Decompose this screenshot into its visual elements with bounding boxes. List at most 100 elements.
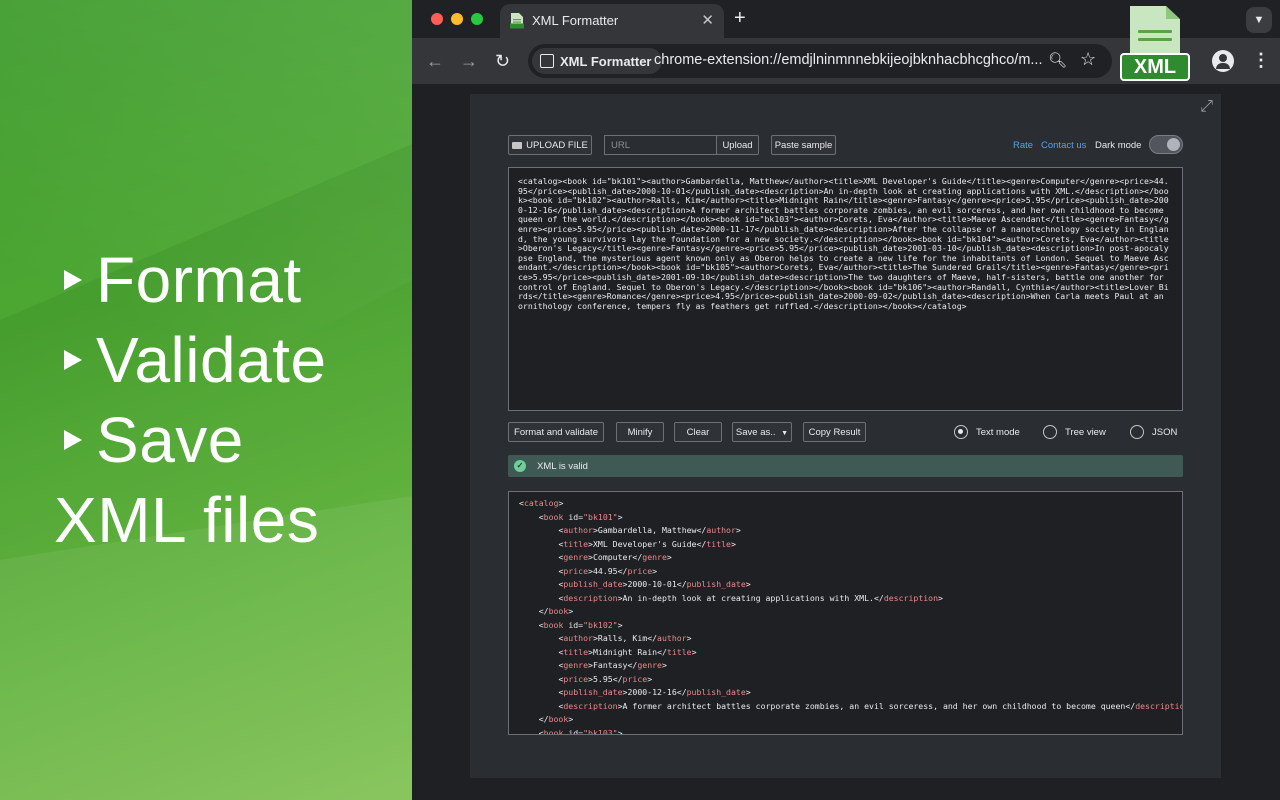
xml-tag-name: author — [563, 525, 593, 535]
xml-output-line: <title>XML Developer's Guide</title> — [519, 538, 1182, 552]
radio-label: JSON — [1152, 427, 1177, 438]
xml-tag-name: description — [1135, 701, 1183, 711]
promo-text: Validate — [96, 328, 327, 392]
radio-label: Text mode — [976, 427, 1020, 438]
xml-text: Computer — [593, 552, 632, 562]
xml-input-textarea[interactable]: <catalog><book id="bk101"><author>Gambar… — [508, 167, 1183, 411]
formatted-output[interactable]: <catalog> <book id="bk101"> <author>Gamb… — [508, 491, 1183, 735]
clear-button[interactable]: Clear — [674, 422, 722, 442]
bookmark-star-icon[interactable]: ☆ — [1080, 49, 1096, 70]
zoom-window-button[interactable] — [471, 13, 483, 25]
folder-upload-icon — [512, 142, 522, 149]
xml-tag-name: book — [544, 620, 564, 630]
xml-output-line: <author>Ralls, Kim</author> — [519, 632, 1182, 646]
xml-tag-name: title — [667, 647, 692, 657]
xml-tag-name: description — [884, 593, 938, 603]
save-as-dropdown[interactable]: Save as.. ▼ — [732, 422, 792, 442]
close-tab-icon[interactable]: ✕ — [701, 11, 714, 29]
dark-mode-toggle[interactable] — [1149, 135, 1183, 154]
paste-sample-button[interactable]: Paste sample — [771, 135, 836, 155]
xml-text: 2000-12-16 — [627, 687, 676, 697]
profile-avatar-icon[interactable] — [1212, 50, 1234, 72]
promo-text: Format — [96, 248, 302, 312]
contact-us-link[interactable]: Contact us — [1041, 140, 1086, 151]
xml-output-line: <description>An in-depth look at creatin… — [519, 592, 1182, 606]
xml-output-line: <price>44.95</price> — [519, 565, 1182, 579]
validation-status-bar: ✓ XML is valid — [508, 455, 1183, 477]
xml-output-line: <book id="bk102"> — [519, 619, 1182, 633]
xml-output-line: <publish_date>2000-12-16</publish_date> — [519, 686, 1182, 700]
xml-tag-name: description — [563, 593, 617, 603]
xml-attr-value: "bk103" — [583, 728, 618, 736]
back-arrow-icon[interactable]: ← — [426, 51, 444, 72]
avatar-torso — [1216, 63, 1230, 69]
promo-line-xml-files: XML files — [54, 488, 319, 552]
browser-window: XML Formatter ✕ + ▼ ← → ↻ XML Formatter … — [412, 0, 1280, 800]
xml-tag-name: book — [549, 714, 569, 724]
upload-file-button[interactable]: UPLOAD FILE — [508, 135, 592, 155]
tab-title: XML Formatter — [532, 13, 618, 28]
close-window-button[interactable] — [431, 13, 443, 25]
radio-label: Tree view — [1065, 427, 1106, 438]
xml-text: A former architect battles corporate zom… — [623, 701, 1126, 711]
document-line — [1138, 30, 1172, 33]
xml-tag-name: genre — [563, 552, 588, 562]
upload-button[interactable]: Upload — [716, 135, 759, 155]
xml-attr-name: id — [568, 728, 578, 736]
radio-circle — [954, 425, 968, 439]
xml-output-line: <catalog> — [519, 497, 1182, 511]
new-tab-icon[interactable]: + — [734, 7, 746, 30]
radio-tree-view[interactable]: Tree view — [1043, 425, 1106, 439]
xml-tag-name: price — [627, 566, 652, 576]
address-bar[interactable]: XML Formatter chrome-extension://emdjlni… — [528, 44, 1112, 78]
xml-tag-name: price — [623, 674, 648, 684]
radio-text-mode[interactable]: Text mode — [954, 425, 1020, 439]
zoom-icon[interactable]: 🔍︎ — [1048, 51, 1067, 69]
reload-icon[interactable]: ↻ — [495, 51, 510, 72]
xml-tag-name: author — [563, 633, 593, 643]
tab-xml-formatter[interactable]: XML Formatter ✕ — [500, 4, 724, 38]
forward-arrow-icon[interactable]: → — [460, 51, 478, 72]
url-text[interactable]: chrome-extension://emdjlninmnnebkijeojbk… — [654, 52, 1044, 68]
xml-tag-name: title — [563, 647, 588, 657]
check-circle-icon: ✓ — [514, 460, 526, 472]
dark-mode-label: Dark mode — [1095, 140, 1141, 151]
format-validate-button[interactable]: Format and validate — [508, 422, 604, 442]
radio-json[interactable]: JSON — [1130, 425, 1177, 439]
save-as-label: Save as.. — [736, 427, 776, 438]
xml-tag-name: author — [657, 633, 687, 643]
xml-extension-logo: XML — [1120, 6, 1190, 80]
avatar-head — [1219, 54, 1227, 62]
xml-tag-name: book — [544, 512, 564, 522]
xml-tag-name: book — [549, 606, 569, 616]
kebab-menu-icon[interactable]: ⋮ — [1252, 50, 1270, 71]
triangle-bullet-icon — [64, 430, 82, 450]
promo-line-format: Format — [58, 248, 302, 312]
url-input[interactable] — [604, 135, 717, 155]
xml-tag-name: title — [706, 539, 731, 549]
xml-text: 2000-10-01 — [627, 579, 676, 589]
xml-tag-name: book — [544, 728, 564, 736]
xml-output-line: </book> — [519, 605, 1182, 619]
xml-tag-name: publish_date — [563, 687, 622, 697]
minify-button[interactable]: Minify — [616, 422, 664, 442]
document-line — [1138, 38, 1172, 41]
xml-tag-name: genre — [563, 660, 588, 670]
xml-badge: XML — [1120, 53, 1190, 81]
tab-search-chevron-icon[interactable]: ▼ — [1246, 7, 1272, 33]
status-text: XML is valid — [537, 461, 588, 472]
xml-tag-name: genre — [642, 552, 667, 562]
xml-file-icon — [510, 12, 524, 29]
xml-output-line: <title>Midnight Rain</title> — [519, 646, 1182, 660]
extension-origin-chip[interactable]: XML Formatter — [532, 48, 662, 74]
rate-link[interactable]: Rate — [1013, 140, 1033, 151]
xml-tag-name: catalog — [524, 498, 559, 508]
minimize-window-button[interactable] — [451, 13, 463, 25]
xml-text: 5.95 — [593, 674, 613, 684]
expand-icon[interactable]: ⤢ — [1200, 98, 1213, 116]
xml-tag-name: title — [563, 539, 588, 549]
xml-text: Gambardella, Matthew — [598, 525, 697, 535]
radio-circle — [1043, 425, 1057, 439]
xml-output-line: <book id="bk103"> — [519, 727, 1182, 736]
copy-result-button[interactable]: Copy Result — [803, 422, 866, 442]
